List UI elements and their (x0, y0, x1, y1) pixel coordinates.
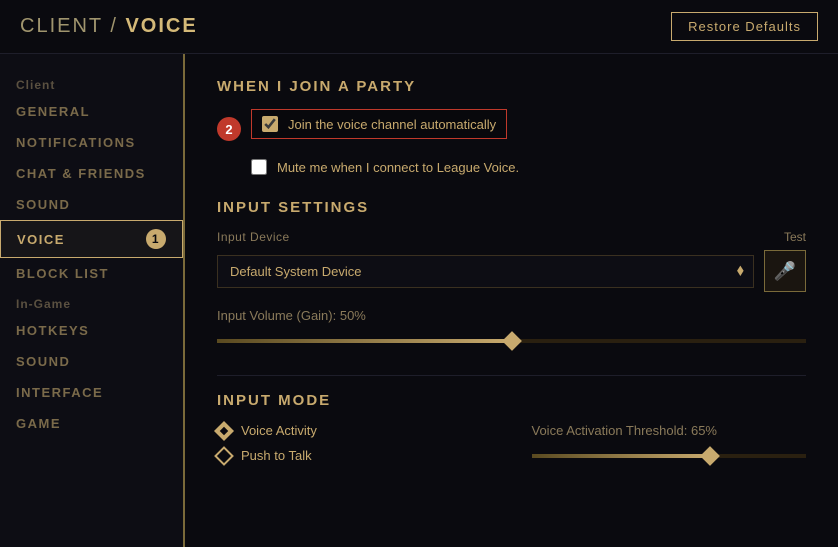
microphone-icon: 🎤 (774, 261, 796, 282)
device-field-row: Input Device Test (217, 230, 806, 244)
page-title-prefix: CLIENT / (20, 15, 125, 37)
device-select[interactable]: Default System Device (217, 255, 754, 288)
sidebar-client-section: Client (0, 70, 183, 96)
input-mode-section: INPUT MODE Voice Activity Push to Talk V… (217, 392, 806, 473)
join-voice-checkbox-row: Join the voice channel automatically (251, 109, 507, 139)
push-to-talk-radio[interactable] (214, 446, 234, 466)
volume-slider-thumb[interactable] (502, 331, 522, 351)
sidebar-item-interface[interactable]: INTERFACE (0, 377, 183, 408)
party-section-title: WHEN I JOIN A PARTY (217, 78, 806, 95)
sidebar-item-sound2[interactable]: SOUND (0, 346, 183, 377)
restore-defaults-button[interactable]: Restore Defaults (671, 12, 818, 41)
mute-checkbox[interactable] (251, 159, 267, 175)
input-volume-slider-track (217, 331, 806, 351)
party-section: WHEN I JOIN A PARTY 2 Join the voice cha… (217, 78, 806, 175)
device-select-container: Default System Device (217, 255, 754, 288)
join-voice-label: Join the voice channel automatically (288, 117, 496, 132)
join-voice-checkbox[interactable] (262, 116, 278, 132)
input-device-label: Input Device (217, 230, 290, 244)
voice-threshold-container: Voice Activation Threshold: 65% (532, 423, 807, 466)
sidebar-item-hotkeys[interactable]: HOTKEYS (0, 315, 183, 346)
sidebar: Client GENERAL NOTIFICATIONS CHAT & FRIE… (0, 54, 185, 547)
voice-activity-label: Voice Activity (241, 423, 317, 438)
input-mode-title: INPUT MODE (217, 392, 806, 409)
voice-threshold-label: Voice Activation Threshold: 65% (532, 423, 807, 438)
sidebar-item-chat-friends[interactable]: CHAT & FRIENDS (0, 158, 183, 189)
join-voice-row: 2 Join the voice channel automatically (217, 109, 806, 149)
input-settings-title: INPUT SETTINGS (217, 199, 806, 216)
mute-label: Mute me when I connect to League Voice. (277, 160, 519, 175)
slider-fill (217, 339, 512, 343)
section-divider (217, 375, 806, 376)
sidebar-item-general[interactable]: GENERAL (0, 96, 183, 127)
main-layout: Client GENERAL NOTIFICATIONS CHAT & FRIE… (0, 54, 838, 547)
mode-options: Voice Activity Push to Talk (217, 423, 492, 473)
sidebar-item-notifications[interactable]: NOTIFICATIONS (0, 127, 183, 158)
badge-1: 1 (146, 229, 166, 249)
input-volume-container: Input Volume (Gain): 50% (217, 308, 806, 351)
page-title-main: VOICE (125, 15, 197, 37)
test-microphone-button[interactable]: 🎤 (764, 250, 806, 292)
mute-checkbox-row: Mute me when I connect to League Voice. (251, 159, 806, 175)
push-to-talk-row[interactable]: Push to Talk (217, 448, 492, 463)
sidebar-item-voice[interactable]: VOICE1 (0, 220, 183, 258)
page-title: CLIENT / VOICE (20, 15, 198, 38)
content-area: WHEN I JOIN A PARTY 2 Join the voice cha… (185, 54, 838, 547)
badge-2: 2 (217, 117, 241, 141)
header: CLIENT / VOICE Restore Defaults (0, 0, 838, 54)
sidebar-item-block-list[interactable]: BLOCK LIST (0, 258, 183, 289)
sidebar-item-sound[interactable]: SOUND (0, 189, 183, 220)
voice-activity-row[interactable]: Voice Activity (217, 423, 492, 438)
device-select-wrapper: Default System Device 🎤 (217, 250, 806, 292)
voice-activity-radio[interactable] (214, 421, 234, 441)
sidebar-ingame-section: In-Game (0, 289, 183, 315)
sidebar-item-game[interactable]: GAME (0, 408, 183, 439)
threshold-slider-wrapper (532, 446, 807, 466)
input-mode-row: Voice Activity Push to Talk Voice Activa… (217, 423, 806, 473)
test-label: Test (784, 230, 806, 244)
input-settings-section: INPUT SETTINGS Input Device Test Default… (217, 199, 806, 351)
push-to-talk-label: Push to Talk (241, 448, 312, 463)
